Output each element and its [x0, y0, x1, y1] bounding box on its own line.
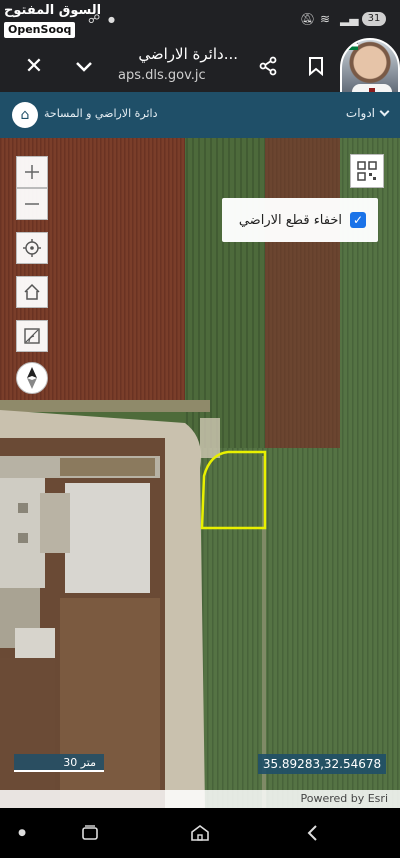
- nav-dot-icon[interactable]: ●: [10, 822, 34, 844]
- chevron-down-icon[interactable]: [70, 52, 98, 80]
- watermark-opensooq: OpenSooq: [4, 22, 76, 38]
- messenger-icon: ☍: [88, 12, 101, 26]
- chevron-down-icon: [379, 106, 390, 116]
- share-icon[interactable]: [254, 52, 282, 80]
- qr-code-button[interactable]: [350, 154, 384, 188]
- measure-button[interactable]: [16, 320, 48, 352]
- site-header: ⌂ دائرة الاراضي و المساحة ادوات: [0, 92, 400, 138]
- site-name: دائرة الاراضي و المساحة: [44, 107, 158, 120]
- home-button[interactable]: [16, 276, 48, 308]
- crosshair-icon: [23, 239, 41, 257]
- zoom-in-button[interactable]: [16, 156, 48, 188]
- hide-parcels-toggle[interactable]: اخفاء قطع الاراضي ✓: [222, 198, 378, 242]
- map-view[interactable]: اخفاء قطع الاراضي ✓ 30 متر 35.89283,32.5…: [0, 138, 400, 808]
- coordinates-readout: 35.89283,32.54678: [258, 754, 386, 774]
- back-button[interactable]: [300, 822, 324, 844]
- scale-bar: 30 متر: [14, 754, 104, 772]
- mute-icon: 🔕︎: [300, 12, 316, 26]
- tools-label: ادوات: [345, 106, 375, 120]
- close-icon[interactable]: ✕: [20, 52, 48, 80]
- wifi-icon: ≋: [320, 12, 331, 26]
- android-nav-bar: ●: [0, 808, 400, 858]
- notification-dot-icon: ●: [108, 15, 115, 24]
- tools-menu[interactable]: ادوات: [345, 106, 390, 120]
- watermark-arabic: السوق المفتوح: [4, 3, 102, 18]
- recents-icon: [82, 825, 98, 840]
- compass-icon[interactable]: [16, 362, 48, 394]
- map-attribution[interactable]: Powered by Esri: [0, 790, 400, 808]
- zoom-out-button[interactable]: [16, 188, 48, 220]
- plus-icon: [25, 165, 39, 179]
- home-nav-button[interactable]: [188, 822, 212, 844]
- page-url[interactable]: aps.dls.gov.jc: [118, 68, 238, 83]
- bookmark-icon[interactable]: [302, 52, 330, 80]
- signal-icon: ▂▄: [340, 12, 359, 26]
- page-title: دائرة الاراضي...: [138, 45, 238, 63]
- back-chevron-icon: [307, 825, 317, 841]
- home-icon: [24, 283, 40, 300]
- measure-icon: [24, 328, 40, 344]
- qr-code-icon: [357, 161, 377, 181]
- home-icon: [191, 825, 209, 841]
- hide-parcels-checkbox[interactable]: ✓: [350, 212, 366, 228]
- minus-icon: [25, 203, 39, 205]
- status-bar: السوق المفتوح OpenSooq ☍ ● 🔕︎ ≋ ▂▄ 31: [0, 0, 400, 40]
- dls-logo-icon: ⌂: [12, 102, 38, 128]
- locate-button[interactable]: [16, 232, 48, 264]
- battery-indicator: 31: [362, 12, 386, 26]
- jordan-flag-icon: [342, 40, 358, 50]
- recents-button[interactable]: [78, 822, 102, 844]
- hide-parcels-label: اخفاء قطع الاراضي: [238, 212, 342, 228]
